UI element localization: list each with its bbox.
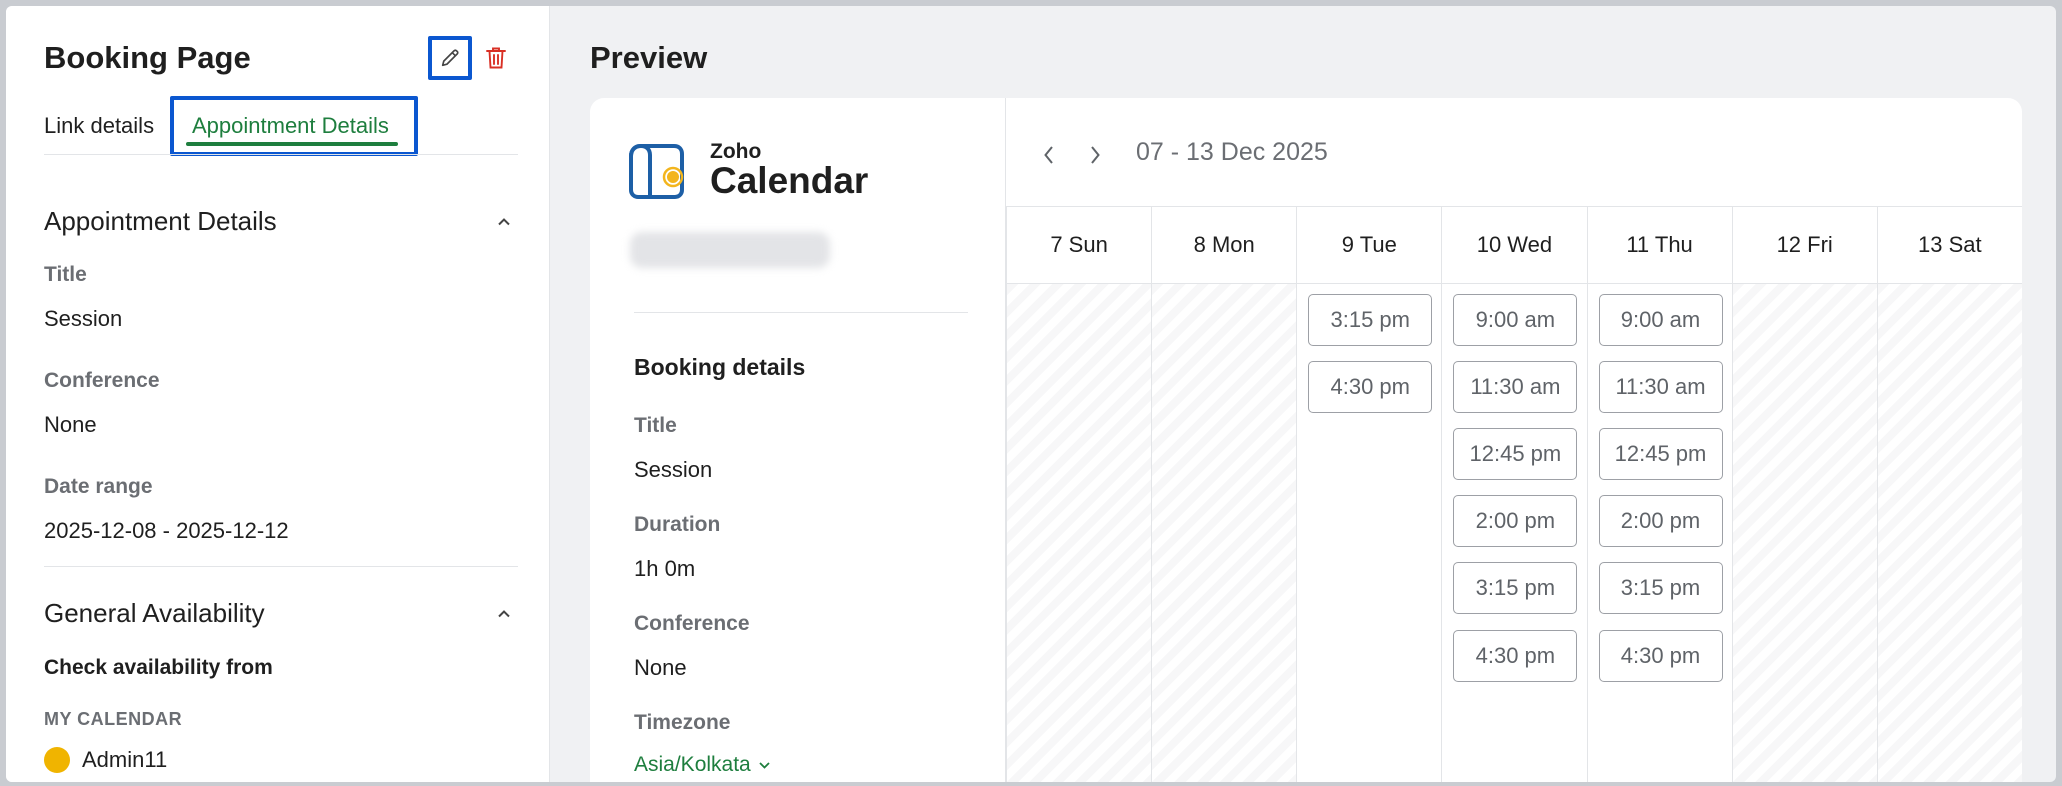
day-column-unavailable [1006, 284, 1152, 782]
day-header: 10 Wed [1441, 207, 1586, 283]
booking-details-heading: Booking details [634, 354, 806, 380]
day-column-thu: 9:00 am 11:30 am 12:45 pm 2:00 pm 3:15 p… [1586, 284, 1732, 782]
booking-conference-label: Conference [634, 612, 750, 635]
title-label: Title [44, 263, 87, 286]
duration-label: Duration [634, 513, 721, 536]
page-title: Booking Page [44, 40, 251, 75]
booking-preview-card: Zoho Calendar Booking details Title Sess… [590, 98, 2022, 782]
time-slot-button[interactable]: 2:00 pm [1453, 495, 1578, 547]
time-slot-button[interactable]: 3:15 pm [1308, 294, 1433, 346]
day-header: 8 Mon [1151, 207, 1296, 283]
app-window: Booking Page Link details Appointment De… [6, 6, 2056, 782]
check-availability-label: Check availability from [44, 656, 273, 679]
chevron-up-icon [498, 609, 510, 617]
calendar-day-headers: 7 Sun 8 Mon 9 Tue 10 Wed 11 Thu 12 Fri 1… [1006, 206, 2022, 284]
time-slot-button[interactable]: 3:15 pm [1453, 562, 1578, 614]
tabs-divider [44, 154, 518, 155]
collapse-availability-button[interactable] [493, 602, 515, 624]
booking-info-panel: Zoho Calendar Booking details Title Sess… [590, 98, 1006, 782]
timezone-label: Timezone [634, 711, 731, 734]
tab-appointment-details-label: Appointment Details [192, 113, 389, 138]
appointment-details-heading: Appointment Details [44, 206, 277, 236]
collapse-appointment-button[interactable] [493, 210, 515, 232]
chevron-up-icon [498, 217, 510, 225]
time-slot-button[interactable]: 11:30 am [1453, 361, 1578, 413]
duration-value: 1h 0m [634, 556, 696, 581]
day-header: 7 Sun [1006, 207, 1151, 283]
time-slot-button[interactable]: 4:30 pm [1308, 361, 1433, 413]
day-column-wed: 9:00 am 11:30 am 12:45 pm 2:00 pm 3:15 p… [1441, 284, 1587, 782]
time-slot-button[interactable]: 2:00 pm [1598, 495, 1723, 547]
general-availability-heading: General Availability [44, 598, 265, 628]
trash-icon [486, 47, 506, 69]
time-slot-button[interactable]: 9:00 am [1598, 294, 1723, 346]
booking-conference-value: None [634, 655, 687, 680]
day-header: 9 Tue [1296, 207, 1441, 283]
my-calendar-label: MY CALENDAR [44, 709, 183, 729]
conference-value: None [44, 412, 97, 437]
date-range-label: Date range [44, 475, 153, 498]
calendar-name: Admin11 [82, 747, 168, 772]
day-header: 12 Fri [1731, 207, 1877, 283]
chevron-down-icon [759, 761, 770, 769]
time-slot-button[interactable]: 11:30 am [1598, 361, 1723, 413]
chevron-right-icon [1091, 146, 1100, 164]
timezone-value: Asia/Kolkata [634, 753, 751, 776]
calendar-color-dot [44, 747, 70, 773]
week-range-label: 07 - 13 Dec 2025 [1136, 138, 1328, 166]
booking-page-sidebar: Booking Page Link details Appointment De… [6, 6, 550, 782]
previous-week-button[interactable] [1034, 140, 1064, 170]
booking-title-label: Title [634, 414, 677, 437]
section-divider [44, 566, 518, 567]
day-header: 11 Thu [1586, 207, 1732, 283]
day-column-unavailable [1731, 284, 1877, 782]
day-column-unavailable [1151, 284, 1297, 782]
conference-label: Conference [44, 369, 160, 392]
time-slot-button[interactable]: 12:45 pm [1598, 428, 1723, 480]
calendar-slots-grid: 3:15 pm 4:30 pm 9:00 am 11:30 am 12:45 p… [1006, 284, 2022, 782]
next-week-button[interactable] [1080, 140, 1110, 170]
edit-button[interactable] [428, 36, 472, 80]
time-slot-button[interactable]: 12:45 pm [1453, 428, 1578, 480]
pencil-icon [441, 49, 459, 67]
day-column-tue: 3:15 pm 4:30 pm [1296, 284, 1442, 782]
active-tab-indicator [186, 142, 398, 146]
card-divider [634, 312, 968, 313]
title-value: Session [44, 306, 123, 331]
preview-title: Preview [590, 40, 708, 75]
chevron-left-icon [1044, 146, 1053, 164]
time-slot-button[interactable]: 3:15 pm [1598, 562, 1723, 614]
booking-title-value: Session [634, 457, 713, 482]
zoho-calendar-logo-icon [628, 140, 690, 200]
time-slot-button[interactable]: 4:30 pm [1598, 630, 1723, 682]
time-slot-button[interactable]: 9:00 am [1453, 294, 1578, 346]
logo-calendar-text: Calendar [710, 160, 869, 201]
day-header: 13 Sat [1876, 207, 2022, 283]
time-slot-button[interactable]: 4:30 pm [1453, 630, 1578, 682]
delete-button[interactable] [478, 40, 514, 76]
blurred-organizer-name [630, 232, 830, 268]
day-column-unavailable [1876, 284, 2022, 782]
timezone-select[interactable]: Asia/Kolkata [634, 753, 770, 777]
date-range-value: 2025-12-08 - 2025-12-12 [44, 518, 289, 543]
tab-link-details[interactable]: Link details [44, 113, 154, 139]
